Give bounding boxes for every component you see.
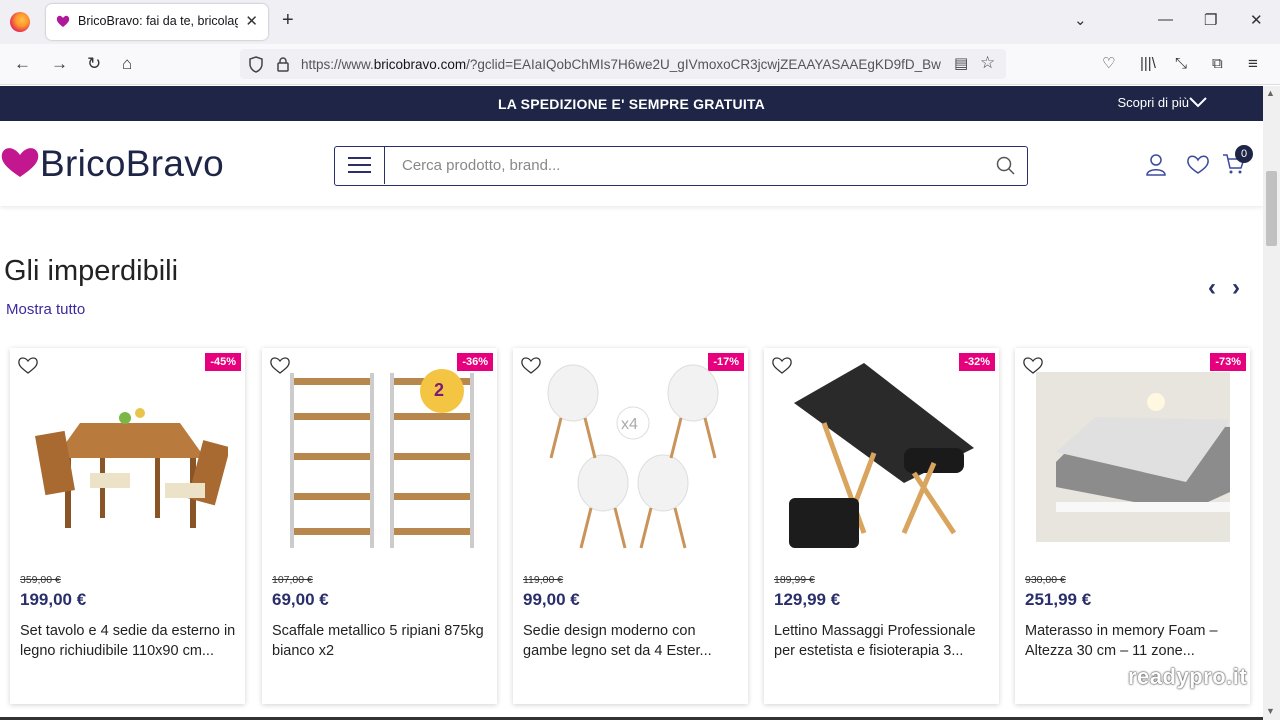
forward-icon[interactable]: → — [51, 54, 68, 74]
back-icon[interactable]: ← — [14, 54, 31, 74]
product-image-massage-table[interactable] — [784, 363, 982, 553]
old-price: 107,00 € — [272, 574, 313, 586]
bricobravo-logo-icon[interactable] — [0, 143, 40, 183]
svg-text:x4: x4 — [621, 416, 638, 433]
tab-title: BricoBravo: fai da te, bricolage, giardi… — [78, 14, 238, 28]
old-price: 359,00 € — [20, 574, 61, 586]
old-price: 119,00 € — [523, 574, 564, 586]
product-image-mattress[interactable] — [1036, 372, 1230, 542]
new-tab-button[interactable]: + — [282, 9, 294, 32]
old-price: 189,99 € — [774, 574, 815, 586]
product-card[interactable]: -32% 189,99 € 129,99 € Lettino Massaggi … — [764, 348, 999, 704]
bookmark-star-icon[interactable]: ☆ — [980, 53, 995, 73]
page-scrollbar[interactable]: ▲ ▼ — [1263, 86, 1280, 720]
browser-tab[interactable]: BricoBravo: fai da te, bricolage, giardi… — [46, 4, 268, 40]
readypro-watermark: readypro.it — [1128, 664, 1248, 689]
svg-text:2: 2 — [434, 380, 444, 400]
product-image-metal-shelf[interactable]: 2 — [282, 363, 480, 553]
product-name[interactable]: Sedie design moderno con gambe legno set… — [523, 621, 743, 661]
product-name[interactable]: Set tavolo e 4 sedie da esterno in legno… — [20, 621, 240, 661]
restore-icon[interactable]: ❐ — [1204, 11, 1217, 29]
price: 69,00 € — [272, 590, 329, 609]
price: 251,99 € — [1025, 590, 1092, 609]
category-menu-button[interactable] — [335, 147, 385, 184]
product-name[interactable]: Lettino Massaggi Professionale per estet… — [774, 621, 994, 661]
scroll-down-icon[interactable]: ▼ — [1266, 706, 1275, 716]
product-card[interactable]: -73% 930,00 € 251,99 € Materasso in memo… — [1015, 348, 1250, 704]
shield-icon[interactable] — [248, 56, 264, 73]
tab-list-chevron-icon[interactable]: ⌄ — [1074, 11, 1087, 29]
reader-view-icon[interactable]: ▤ — [954, 54, 968, 72]
price: 99,00 € — [523, 590, 580, 609]
wishlist-heart-icon[interactable] — [1186, 152, 1210, 176]
chevron-down-icon[interactable] — [1189, 96, 1207, 108]
section-title: Gli imperdibili — [4, 255, 179, 287]
price: 129,99 € — [774, 590, 841, 609]
product-name[interactable]: Materasso in memory Foam – Altezza 30 cm… — [1025, 621, 1245, 661]
url-bar[interactable]: https://www.bricobravo.com/?gclid=EAIaIQ… — [240, 49, 1006, 79]
product-image-design-chairs[interactable]: x4 — [533, 363, 731, 553]
extension-icon[interactable]: ⧉ — [1212, 54, 1223, 74]
promo-bar: LA SPEDIZIONE E' SEMPRE GRATUITA Scopri … — [0, 86, 1263, 121]
screenshot-icon[interactable]: ⤡ — [1175, 54, 1187, 74]
product-card[interactable]: -45% 359,00 € 199,00 € Set tavolo e 4 se… — [10, 348, 245, 704]
lock-icon[interactable] — [276, 56, 290, 72]
site-header: BricoBravo Cerca prodotto, brand... 0 — [0, 121, 1263, 206]
search-input[interactable]: Cerca prodotto, brand... — [402, 157, 560, 174]
app-menu-icon[interactable]: ≡ — [1248, 54, 1258, 74]
browser-tab-bar: BricoBravo: fai da te, bricolage, giardi… — [0, 0, 1280, 44]
home-icon[interactable]: ⌂ — [122, 54, 132, 74]
show-all-link[interactable]: Mostra tutto — [6, 301, 85, 318]
scrollbar-thumb[interactable] — [1266, 171, 1277, 246]
reload-icon[interactable]: ↻ — [87, 54, 101, 74]
cart-count-badge: 0 — [1235, 145, 1253, 163]
carousel-next-icon[interactable]: › — [1232, 274, 1240, 302]
scroll-up-icon[interactable]: ▲ — [1266, 88, 1275, 98]
search-icon[interactable] — [996, 156, 1016, 176]
product-card[interactable]: -36% 2 107,00 € 69,00 € Scaffale metalli… — [262, 348, 497, 704]
promo-text: LA SPEDIZIONE E' SEMPRE GRATUITA — [498, 96, 765, 112]
pocket-icon[interactable]: ♡ — [1102, 54, 1115, 74]
library-icon[interactable]: |||\ — [1140, 54, 1156, 74]
search-bar[interactable]: Cerca prodotto, brand... — [334, 146, 1028, 186]
carousel-prev-icon[interactable]: ‹ — [1208, 274, 1216, 302]
promo-more-link[interactable]: Scopri di più — [1117, 95, 1189, 110]
bricobravo-favicon-icon — [56, 15, 70, 27]
product-image-table-chairs[interactable] — [30, 363, 228, 553]
window-close-icon[interactable]: ✕ — [1250, 11, 1263, 29]
firefox-logo-icon[interactable] — [10, 12, 30, 32]
old-price: 930,00 € — [1025, 574, 1066, 586]
logo-text[interactable]: BricoBravo — [40, 143, 224, 185]
url-text: https://www.bricobravo.com/?gclid=EAIaIQ… — [301, 57, 941, 72]
tab-close-icon[interactable]: ✕ — [245, 12, 258, 30]
browser-nav-bar: ← → ↻ ⌂ https://www.bricobravo.com/?gcli… — [0, 44, 1280, 85]
price: 199,00 € — [20, 590, 87, 609]
product-card[interactable]: -17% x4 119,00 € 99,00 € Sedie design mo… — [513, 348, 748, 704]
minimize-icon[interactable]: — — [1158, 11, 1173, 28]
user-account-icon[interactable] — [1144, 152, 1168, 176]
product-name[interactable]: Scaffale metallico 5 ripiani 875kg bianc… — [272, 621, 492, 661]
discount-badge: -73% — [1210, 353, 1246, 371]
